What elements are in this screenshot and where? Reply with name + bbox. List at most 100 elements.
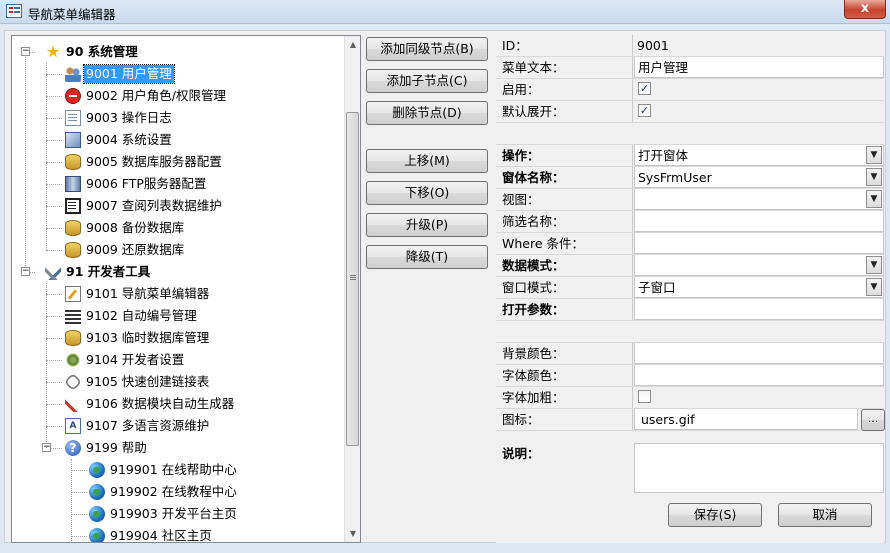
tree-node[interactable]: 9104 开发者设置 <box>65 349 186 371</box>
open-args-field[interactable] <box>634 299 884 320</box>
tree-node[interactable]: 9009 还原数据库 <box>65 239 186 261</box>
view-label: 视图： <box>496 189 633 210</box>
font-bold-label: 字体加粗： <box>496 387 633 408</box>
users-icon <box>65 66 81 82</box>
description-label: 说明： <box>502 446 540 461</box>
form-name-combo[interactable]: SysFrmUser ▼ <box>634 167 884 188</box>
chevron-down-icon[interactable]: ▼ <box>866 146 882 164</box>
tree-guide-line <box>46 382 62 383</box>
expander-collapse-icon[interactable]: − <box>21 47 30 56</box>
scroll-thumb[interactable] <box>346 112 359 446</box>
expander-collapse-icon[interactable]: − <box>21 267 30 276</box>
tree-guide-line <box>71 536 87 537</box>
tree-guide-line <box>46 206 62 207</box>
tree-node-label: 9005 数据库服务器配置 <box>86 154 222 169</box>
tree-node[interactable]: 919901 在线帮助中心 <box>89 459 239 481</box>
tree-node-label: 919902 在线教程中心 <box>110 484 237 499</box>
tree-node[interactable]: 91 开发者工具 <box>45 261 152 283</box>
scroll-up-arrow-icon[interactable]: ▲ <box>345 36 360 53</box>
tree-node[interactable]: 9103 临时数据库管理 <box>65 327 211 349</box>
filter-name-label: 筛选名称： <box>496 211 633 232</box>
close-button[interactable]: x <box>844 0 886 19</box>
font-bold-checkbox[interactable] <box>638 390 651 403</box>
open-args-label: 打开参数： <box>496 299 633 320</box>
tree-node[interactable]: 9006 FTP服务器配置 <box>65 173 208 195</box>
window-mode-combo[interactable]: 子窗口 ▼ <box>634 277 884 298</box>
tree-guide-line <box>46 283 47 448</box>
view-combo[interactable]: ▼ <box>634 189 884 210</box>
move-down-button[interactable]: 下移(O) <box>366 181 488 205</box>
icon-field[interactable]: users.gif <box>634 409 858 430</box>
where-condition-label: Where 条件： <box>496 233 633 254</box>
tree-guide-line <box>46 118 62 119</box>
description-field[interactable] <box>634 443 884 493</box>
scroll-down-arrow-icon[interactable]: ▼ <box>345 525 360 542</box>
window-title: 导航菜单编辑器 <box>28 7 116 22</box>
tree-node-label: 9009 还原数据库 <box>86 242 185 257</box>
tree-node[interactable]: 9004 系统设置 <box>65 129 174 151</box>
tree-node[interactable]: 919902 在线教程中心 <box>89 481 239 503</box>
save-button[interactable]: 保存(S) <box>668 503 762 527</box>
menu-text-field[interactable]: 用户管理 <box>634 57 884 78</box>
tree-node[interactable]: 9106 数据模块自动生成器 <box>65 393 236 415</box>
tree-guide-line <box>46 140 62 141</box>
delete-node-button[interactable]: 删除节点(D) <box>366 101 488 125</box>
tree-guide-line <box>46 228 62 229</box>
cancel-button[interactable]: 取消 <box>778 503 872 527</box>
promote-button[interactable]: 升级(P) <box>366 213 488 237</box>
icon-label: 图标： <box>496 409 633 430</box>
tree-node-label: 9106 数据模块自动生成器 <box>86 396 235 411</box>
tree-node[interactable]: 9002 用户角色/权限管理 <box>65 85 228 107</box>
tree-node[interactable]: A 9107 多语言资源维护 <box>65 415 211 437</box>
tree-node-label: 9008 备份数据库 <box>86 220 185 235</box>
tree-node[interactable]: 9001 用户管理 <box>65 63 175 85</box>
chevron-down-icon[interactable]: ▼ <box>866 168 882 186</box>
tree-node[interactable]: ? 9199 帮助 <box>65 437 149 459</box>
tree-node[interactable]: ★ 90 系统管理 <box>45 41 140 63</box>
tree-node-label: 91 开发者工具 <box>66 264 151 279</box>
browse-icon-button[interactable]: ... <box>861 409 885 431</box>
tree-node[interactable]: 9101 导航菜单编辑器 <box>65 283 211 305</box>
move-up-button[interactable]: 上移(M) <box>366 149 488 173</box>
no-entry-icon <box>65 88 81 104</box>
tree-node[interactable]: 9105 快速创建链接表 <box>63 371 211 393</box>
tree-node[interactable]: 9007 查阅列表数据维护 <box>65 195 224 217</box>
tree-guide-line <box>46 426 62 427</box>
operation-combo[interactable]: 打开窗体 ▼ <box>634 145 884 166</box>
language-icon: A <box>65 418 81 434</box>
database-icon <box>65 242 81 258</box>
data-mode-combo[interactable]: ▼ <box>634 255 884 276</box>
tree-node[interactable]: 9102 自动编号管理 <box>65 305 199 327</box>
tree-node[interactable]: 9008 备份数据库 <box>65 217 186 239</box>
chevron-down-icon[interactable]: ▼ <box>866 256 882 274</box>
chevron-down-icon[interactable]: ▼ <box>866 190 882 208</box>
add-child-node-button[interactable]: 添加子节点(C) <box>366 69 488 93</box>
back-color-field[interactable] <box>634 343 884 364</box>
tree-node[interactable]: 9003 操作日志 <box>65 107 174 129</box>
document-icon <box>65 110 81 126</box>
where-condition-field[interactable] <box>634 233 884 254</box>
tree-node[interactable]: 9005 数据库服务器配置 <box>65 151 224 173</box>
add-sibling-node-button[interactable]: 添加同级节点(B) <box>366 37 488 61</box>
default-expand-checkbox[interactable]: ✓ <box>638 104 651 117</box>
operation-label: 操作： <box>496 145 633 166</box>
font-color-field[interactable] <box>634 365 884 386</box>
menu-tree[interactable]: − ★ 90 系统管理 9001 用户管理 9002 用户角色/权限管理 9003 操作日… <box>11 35 361 543</box>
tree-guide-line <box>71 470 87 471</box>
enabled-checkbox[interactable]: ✓ <box>638 82 651 95</box>
filter-name-field[interactable] <box>634 211 884 232</box>
wand-icon <box>65 396 81 412</box>
demote-button[interactable]: 降级(T) <box>366 245 488 269</box>
globe-icon <box>89 462 105 478</box>
app-icon <box>6 4 22 18</box>
globe-icon <box>89 484 105 500</box>
tree-node-label: 9105 快速创建链接表 <box>86 374 210 389</box>
id-label: ID： <box>496 35 633 56</box>
tree-node[interactable]: 919904 社区主页 <box>89 525 214 542</box>
tree-node-label: 9101 导航菜单编辑器 <box>86 286 210 301</box>
tree-node[interactable]: 919903 开发平台主页 <box>89 503 239 525</box>
chevron-down-icon[interactable]: ▼ <box>866 278 882 296</box>
server-icon <box>65 176 81 192</box>
tree-scrollbar[interactable]: ▲ ▼ <box>344 36 360 542</box>
tree-node-label: 9107 多语言资源维护 <box>86 418 210 433</box>
